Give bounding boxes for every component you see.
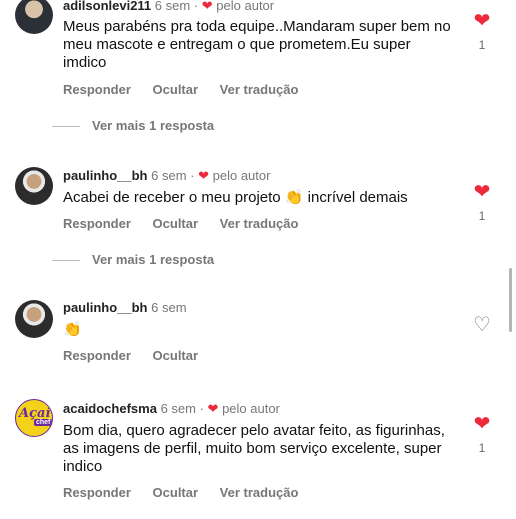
comment-actions: Responder Ocultar Ver tradução (63, 485, 316, 500)
reply-button[interactable]: Responder (63, 348, 131, 363)
hide-button[interactable]: Ocultar (153, 348, 199, 363)
timestamp: 6 sem (151, 168, 187, 183)
translate-button[interactable]: Ver tradução (220, 485, 299, 500)
like-control[interactable]: ♡ (471, 315, 493, 335)
comment-header: paulinho__bh 6 sem · ❤ pelo autor (63, 168, 271, 183)
reply-button[interactable]: Responder (63, 216, 131, 231)
comment-header: adilsonlevi211 6 sem · ❤ pelo autor (63, 0, 275, 13)
author-heart-icon: ❤ (201, 0, 213, 13)
heart-filled-icon[interactable]: ❤ (471, 11, 493, 31)
like-count: 1 (478, 441, 486, 455)
scrollbar[interactable] (509, 268, 512, 332)
divider-line (52, 126, 80, 128)
like-control[interactable]: ❤ 1 (471, 11, 493, 52)
translate-button[interactable]: Ver tradução (220, 82, 299, 97)
heart-filled-icon[interactable]: ❤ (471, 414, 493, 434)
timestamp: 6 sem (160, 401, 196, 416)
comment-actions: Responder Ocultar (63, 348, 216, 363)
comment-header: paulinho__bh 6 sem (63, 300, 187, 315)
view-replies-button[interactable]: Ver mais 1 resposta (52, 252, 215, 267)
comment-actions: Responder Ocultar Ver tradução (63, 82, 316, 97)
view-replies-label: Ver mais 1 resposta (92, 252, 215, 267)
author-like-label: pelo autor (222, 401, 280, 416)
author-like-label: pelo autor (212, 168, 271, 183)
view-replies-button[interactable]: Ver mais 1 resposta (52, 118, 215, 133)
reply-button[interactable]: Responder (63, 82, 131, 97)
heart-filled-icon[interactable]: ❤ (471, 182, 493, 202)
translate-button[interactable]: Ver tradução (220, 216, 299, 231)
username[interactable]: adilsonlevi211 (63, 0, 151, 13)
avatar[interactable] (15, 167, 53, 205)
reply-button[interactable]: Responder (63, 485, 131, 500)
avatar-logo-subtext: chef (34, 419, 52, 426)
timestamp: 6 sem (151, 300, 187, 315)
hide-button[interactable]: Ocultar (153, 82, 199, 97)
hide-button[interactable]: Ocultar (153, 216, 199, 231)
timestamp: 6 sem (154, 0, 191, 13)
username[interactable]: paulinho__bh (63, 168, 148, 183)
like-control[interactable]: ❤ 1 (471, 414, 493, 455)
comment-text: Acabei de receber o meu projeto 👏 incrív… (63, 189, 408, 206)
username[interactable]: acaidochefsma (63, 401, 157, 416)
avatar[interactable] (15, 0, 53, 34)
comment-header: acaidochefsma 6 sem · ❤ pelo autor (63, 401, 280, 416)
author-heart-icon: ❤ (198, 168, 209, 183)
comment-text: Meus parabéns pra toda equipe..Mandaram … (63, 18, 451, 71)
comment-text: Bom dia, quero agradecer pelo avatar fei… (63, 422, 445, 475)
username[interactable]: paulinho__bh (63, 300, 148, 315)
author-heart-icon: ❤ (207, 401, 219, 416)
comment-text: 👏 (63, 321, 82, 338)
heart-outline-icon[interactable]: ♡ (471, 315, 493, 335)
avatar[interactable] (15, 300, 53, 338)
like-count: 1 (478, 38, 486, 52)
like-count: 1 (478, 209, 486, 223)
author-like-label: pelo autor (216, 0, 275, 13)
avatar[interactable]: Açaí chef (15, 399, 53, 437)
like-control[interactable]: ❤ 1 (471, 182, 493, 223)
hide-button[interactable]: Ocultar (153, 485, 199, 500)
comment-actions: Responder Ocultar Ver tradução (63, 216, 316, 231)
divider-line (52, 260, 80, 262)
view-replies-label: Ver mais 1 resposta (92, 118, 215, 133)
